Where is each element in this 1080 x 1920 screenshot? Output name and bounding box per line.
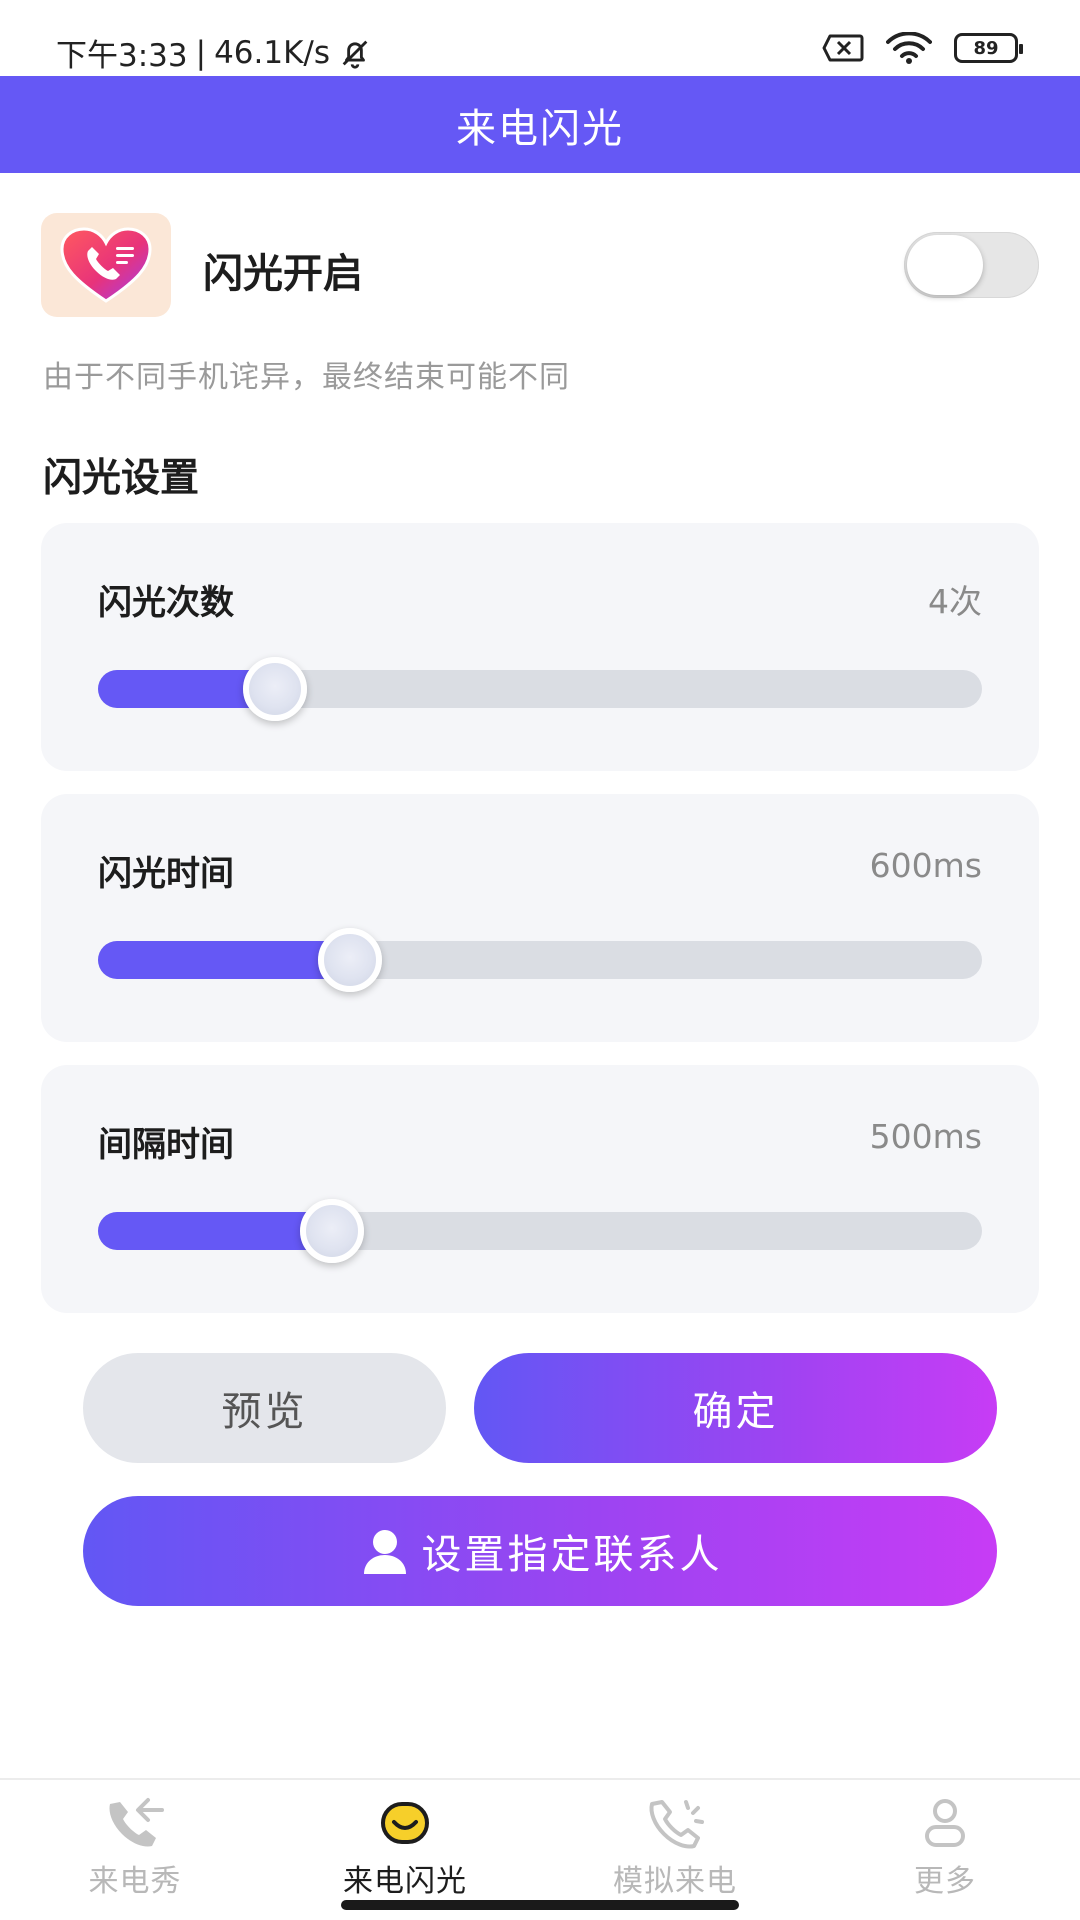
nav-item-call-flash[interactable]: 来电闪光 <box>305 1796 505 1900</box>
flash-count-slider[interactable] <box>98 657 982 721</box>
slider-thumb[interactable] <box>242 657 307 721</box>
slider-thumb[interactable] <box>317 928 382 992</box>
slider-thumb[interactable] <box>300 1199 365 1263</box>
setting-value: 500ms <box>869 1117 982 1156</box>
nav-label: 模拟来电 <box>613 1864 737 1899</box>
heart-phone-app-icon <box>41 213 171 317</box>
slider-fill <box>98 1212 333 1250</box>
flash-enable-toggle[interactable] <box>904 232 1039 298</box>
set-contact-label: 设置指定联系人 <box>421 1532 723 1578</box>
status-bar: 下午3:33 | 46.1K/s 89 <box>0 0 1080 76</box>
toggle-knob <box>907 235 983 295</box>
setting-label: 间隔时间 <box>98 1125 234 1165</box>
contact-person-icon <box>363 1530 406 1574</box>
status-separator: | <box>195 34 207 71</box>
status-time: 下午3:33 <box>56 38 188 74</box>
phone-ringing-icon <box>649 1800 704 1849</box>
smile-flash-icon <box>381 1802 429 1844</box>
sim-x-icon <box>822 34 864 62</box>
nav-label: 更多 <box>914 1864 976 1899</box>
confirm-button[interactable]: 确定 <box>474 1353 997 1463</box>
battery-icon: 89 <box>954 33 1023 63</box>
network-speed: 46.1K/s <box>214 34 331 71</box>
wifi-icon <box>886 32 932 64</box>
app-bar: 来电闪光 <box>0 76 1080 173</box>
device-hint-text: 由于不同手机诧异，最终结束可能不同 <box>43 360 570 395</box>
nav-item-more[interactable]: 更多 <box>845 1796 1045 1900</box>
nav-item-simulate-call[interactable]: 模拟来电 <box>575 1796 775 1900</box>
section-title-flash-settings: 闪光设置 <box>43 456 200 501</box>
bell-off-icon <box>342 40 368 69</box>
preview-button[interactable]: 预览 <box>83 1353 446 1463</box>
flash-duration-slider[interactable] <box>98 928 982 992</box>
flash-enable-row: 闪光开启 <box>41 213 1039 317</box>
interval-slider[interactable] <box>98 1199 982 1263</box>
user-icon <box>925 1799 965 1847</box>
status-left: 下午3:33 | 46.1K/s <box>56 30 372 75</box>
setting-value: 600ms <box>869 846 982 885</box>
nav-label: 来电秀 <box>88 1864 182 1899</box>
setting-card-interval: 间隔时间 500ms <box>41 1065 1039 1313</box>
setting-label: 闪光次数 <box>98 583 234 623</box>
nav-item-call-show[interactable]: 来电秀 <box>35 1796 235 1900</box>
battery-level: 89 <box>973 37 999 59</box>
set-contact-button[interactable]: 设置指定联系人 <box>83 1496 997 1606</box>
phone-incoming-icon <box>109 1798 164 1847</box>
setting-card-flash-duration: 闪光时间 600ms <box>41 794 1039 1042</box>
status-right: 89 <box>822 32 1023 64</box>
bottom-nav: 来电秀 来电闪光 模拟来电 更多 <box>0 1778 1080 1920</box>
setting-card-flash-count: 闪光次数 4次 <box>41 523 1039 771</box>
setting-value: 4次 <box>928 582 982 621</box>
page-title: 来电闪光 <box>456 105 624 152</box>
nav-label: 来电闪光 <box>343 1864 467 1899</box>
slider-fill <box>98 941 350 979</box>
home-indicator <box>341 1900 739 1910</box>
flash-enable-label: 闪光开启 <box>203 251 363 297</box>
setting-label: 闪光时间 <box>98 854 234 894</box>
